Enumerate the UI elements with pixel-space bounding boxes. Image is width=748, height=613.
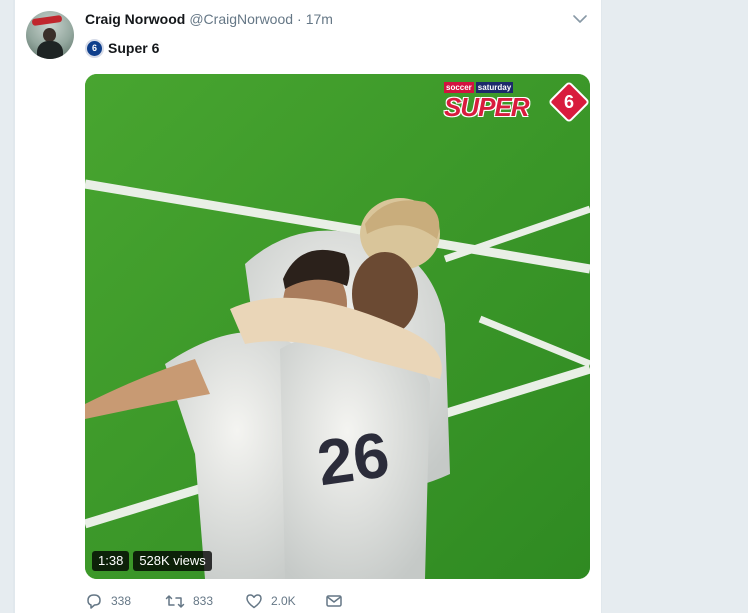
chevron-down-icon	[573, 14, 587, 23]
author-handle[interactable]: @CraigNorwood	[189, 11, 293, 27]
tweet-card[interactable]: Craig Norwood @CraigNorwood · 17m 6 Supe…	[14, 0, 602, 613]
logo-six-number: 6	[563, 91, 574, 112]
video-views: 528K views	[133, 551, 212, 571]
logo-saturday: saturday	[475, 81, 514, 93]
heart-icon	[246, 594, 262, 609]
logo-super: SUPER	[444, 92, 530, 122]
avatar-banner	[31, 14, 63, 27]
tweet-more-button[interactable]	[572, 11, 588, 27]
video-frame: 26	[85, 74, 590, 579]
retweet-icon	[165, 594, 185, 608]
reply-count: 338	[111, 594, 132, 608]
like-count: 2.0K	[271, 594, 296, 608]
video-duration: 1:38	[92, 551, 130, 571]
video-player[interactable]: 26 soccer saturday SUPER 6 1:38 528K vie…	[85, 74, 590, 579]
logo-soccer: soccer	[444, 81, 474, 93]
retweet-count: 833	[193, 594, 214, 608]
reply-button[interactable]: 338	[85, 593, 165, 610]
avatar-body	[37, 41, 63, 59]
tweet-text: 6 Super 6	[85, 38, 159, 58]
avatar[interactable]	[26, 11, 74, 59]
logo-six-badge: 6	[547, 80, 590, 124]
direct-message-button[interactable]	[325, 594, 355, 608]
shirt-number: 26	[313, 418, 394, 499]
super6-watermark: soccer saturday SUPER 6	[442, 79, 590, 125]
header-separator: ·	[297, 11, 302, 27]
right-background	[602, 0, 748, 613]
like-button[interactable]: 2.0K	[245, 593, 325, 609]
tweet-header: Craig Norwood @CraigNorwood · 17m	[85, 10, 333, 28]
super6-logo-icon: 6	[85, 38, 104, 58]
avatar-head	[43, 28, 56, 42]
tweet-timestamp[interactable]: 17m	[306, 11, 333, 27]
tweet-text-content: Super 6	[108, 40, 160, 56]
video-badges: 1:38 528K views	[92, 551, 212, 571]
envelope-icon	[326, 595, 342, 607]
tweet-actions: 338 833 2.0K	[85, 589, 355, 613]
retweet-button[interactable]: 833	[165, 593, 245, 610]
reply-icon	[87, 593, 101, 609]
left-gutter	[0, 0, 14, 613]
author-name[interactable]: Craig Norwood	[85, 11, 185, 27]
